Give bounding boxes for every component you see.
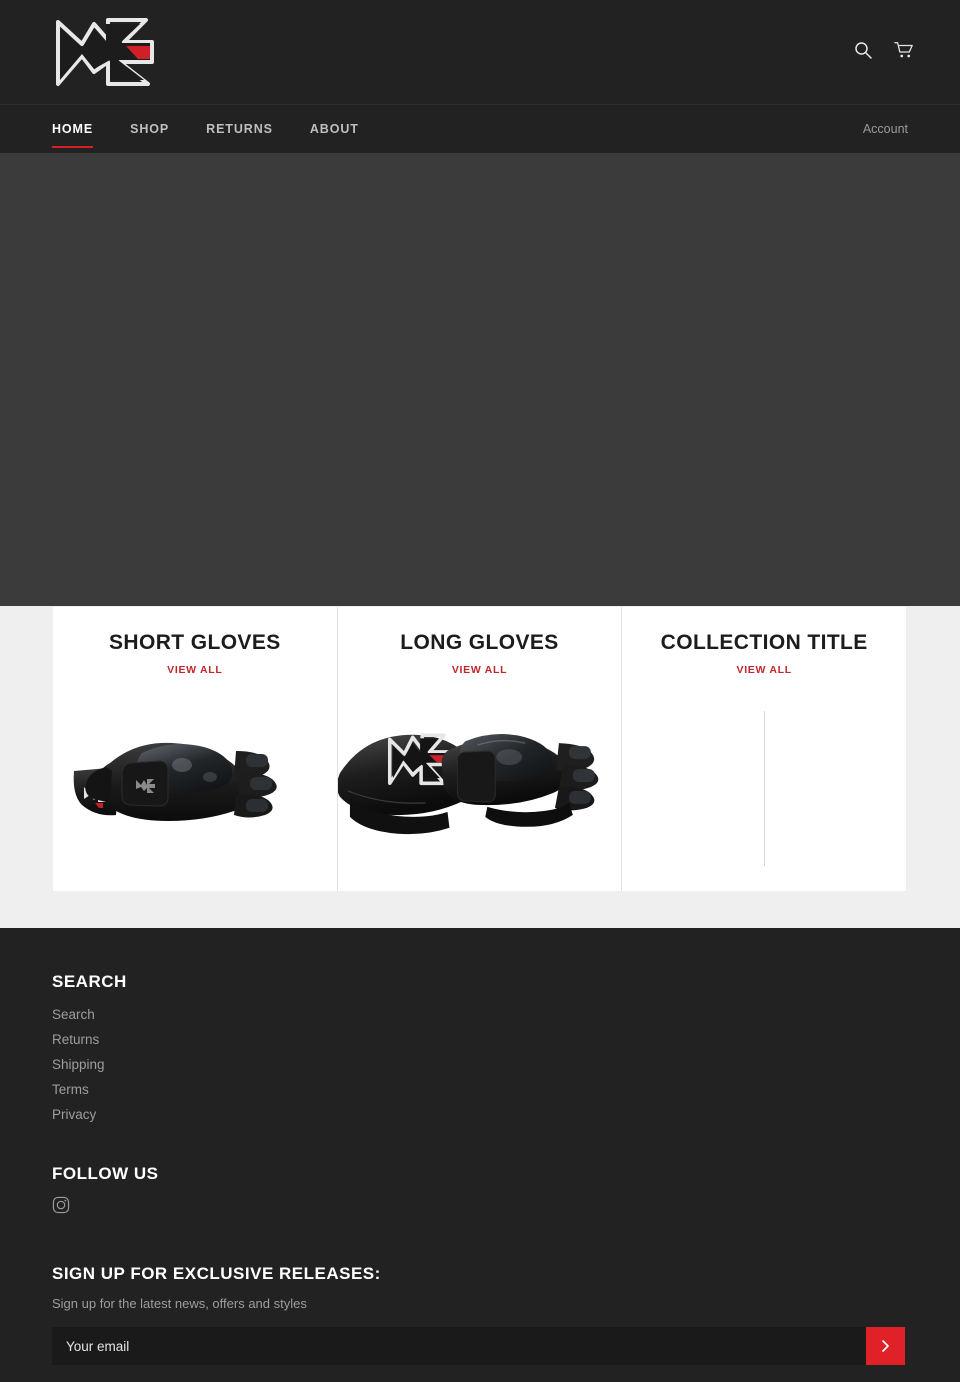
view-all-link[interactable]: VIEW ALL — [622, 664, 906, 676]
long-glove-photo — [337, 687, 622, 877]
nav-item-returns[interactable]: RETURNS — [206, 105, 273, 153]
cart-icon[interactable] — [894, 40, 914, 60]
collections-section: SHORT GLOVES VIEW ALL LONG GLOVES VIEW A… — [0, 606, 960, 928]
collection-title: SHORT GLOVES — [109, 631, 281, 654]
chevron-right-icon — [882, 1340, 889, 1352]
nav-item-about[interactable]: ABOUT — [310, 105, 359, 153]
footer-link-returns[interactable]: Returns — [52, 1032, 99, 1047]
list-item: Search — [52, 1006, 908, 1024]
short-glove-photo — [53, 687, 337, 877]
list-item: Terms — [52, 1081, 908, 1099]
main-navigation: HOME SHOP RETURNS ABOUT Account — [0, 104, 960, 153]
nav-link-group: HOME SHOP RETURNS ABOUT — [52, 105, 396, 153]
collection-title: COLLECTION TITLE — [660, 631, 868, 654]
footer-search-heading: SEARCH — [52, 972, 127, 991]
footer-link-privacy[interactable]: Privacy — [52, 1107, 96, 1122]
hero-banner — [0, 153, 960, 606]
list-item: Shipping — [52, 1056, 908, 1074]
follow-us-block: FOLLOW US — [52, 1164, 908, 1219]
newsletter-signup-block: SIGN UP FOR EXCLUSIVE RELEASES: Sign up … — [52, 1264, 908, 1365]
account-link[interactable]: Account — [863, 122, 908, 136]
placeholder-line — [763, 711, 765, 866]
nav-item-home[interactable]: HOME — [52, 105, 94, 153]
footer-link-terms[interactable]: Terms — [52, 1082, 89, 1097]
newsletter-submit-button[interactable] — [866, 1327, 905, 1365]
mk-logo-icon — [56, 18, 154, 86]
collection-title: LONG GLOVES — [400, 631, 559, 654]
footer-link-search[interactable]: Search — [52, 1007, 95, 1022]
view-all-link[interactable]: VIEW ALL — [338, 664, 622, 676]
collection-card-list: SHORT GLOVES VIEW ALL LONG GLOVES VIEW A… — [53, 607, 906, 891]
collection-card-placeholder[interactable]: COLLECTION TITLE VIEW ALL — [622, 607, 906, 891]
signup-heading: SIGN UP FOR EXCLUSIVE RELEASES: — [52, 1264, 381, 1283]
footer-link-list: Search Returns Shipping Terms Privacy — [52, 1006, 908, 1124]
nav-item-shop[interactable]: SHOP — [130, 105, 169, 153]
list-item: Returns — [52, 1031, 908, 1049]
list-item: Privacy — [52, 1106, 908, 1124]
footer-follow-heading: FOLLOW US — [52, 1164, 159, 1183]
search-icon[interactable] — [853, 40, 873, 60]
site-header — [0, 0, 960, 104]
collection-card-long-gloves[interactable]: LONG GLOVES VIEW ALL — [337, 607, 623, 891]
view-all-link[interactable]: VIEW ALL — [53, 664, 337, 676]
newsletter-form — [52, 1327, 905, 1365]
social-link-list — [52, 1196, 908, 1219]
signup-subtext: Sign up for the latest news, offers and … — [52, 1296, 307, 1311]
site-logo[interactable] — [52, 16, 172, 88]
instagram-icon[interactable] — [52, 1196, 70, 1219]
email-field[interactable] — [52, 1327, 866, 1365]
collection-card-short-gloves[interactable]: SHORT GLOVES VIEW ALL — [53, 607, 338, 891]
header-icon-group — [853, 40, 914, 60]
site-footer: SEARCH Search Returns Shipping Terms Pri… — [0, 928, 960, 1382]
image-placeholder — [622, 687, 906, 877]
footer-link-shipping[interactable]: Shipping — [52, 1057, 105, 1072]
